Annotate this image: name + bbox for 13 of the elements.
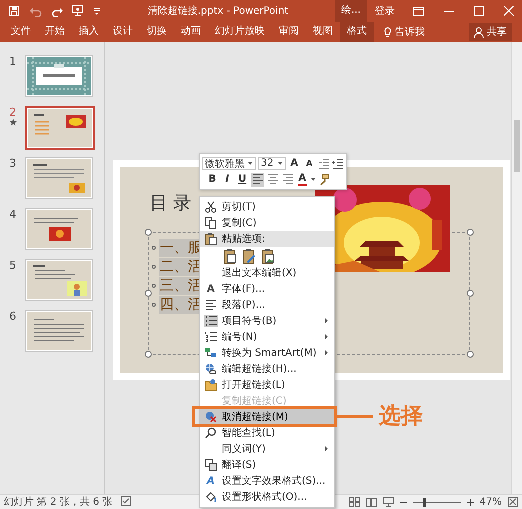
window-title: 清除超链接.pptx - PowerPoint — [146, 4, 290, 18]
menu-section-header: 粘贴选项: — [200, 231, 334, 247]
slide-count: 幻灯片 第 2 张，共 6 张 — [3, 496, 113, 509]
text-effects-icon: A — [207, 476, 215, 486]
slide-number: 5 — [10, 259, 16, 272]
slide-number: 6 — [10, 310, 16, 323]
callout-label: 选择 — [379, 404, 423, 430]
slide-number: 4 — [10, 208, 16, 221]
slide-title: 目 录 — [150, 192, 192, 215]
slide-number: 1 — [10, 55, 16, 68]
slide-number: 3 — [10, 157, 16, 170]
font-icon: A — [207, 284, 215, 294]
slide-number: 2 — [10, 106, 16, 119]
